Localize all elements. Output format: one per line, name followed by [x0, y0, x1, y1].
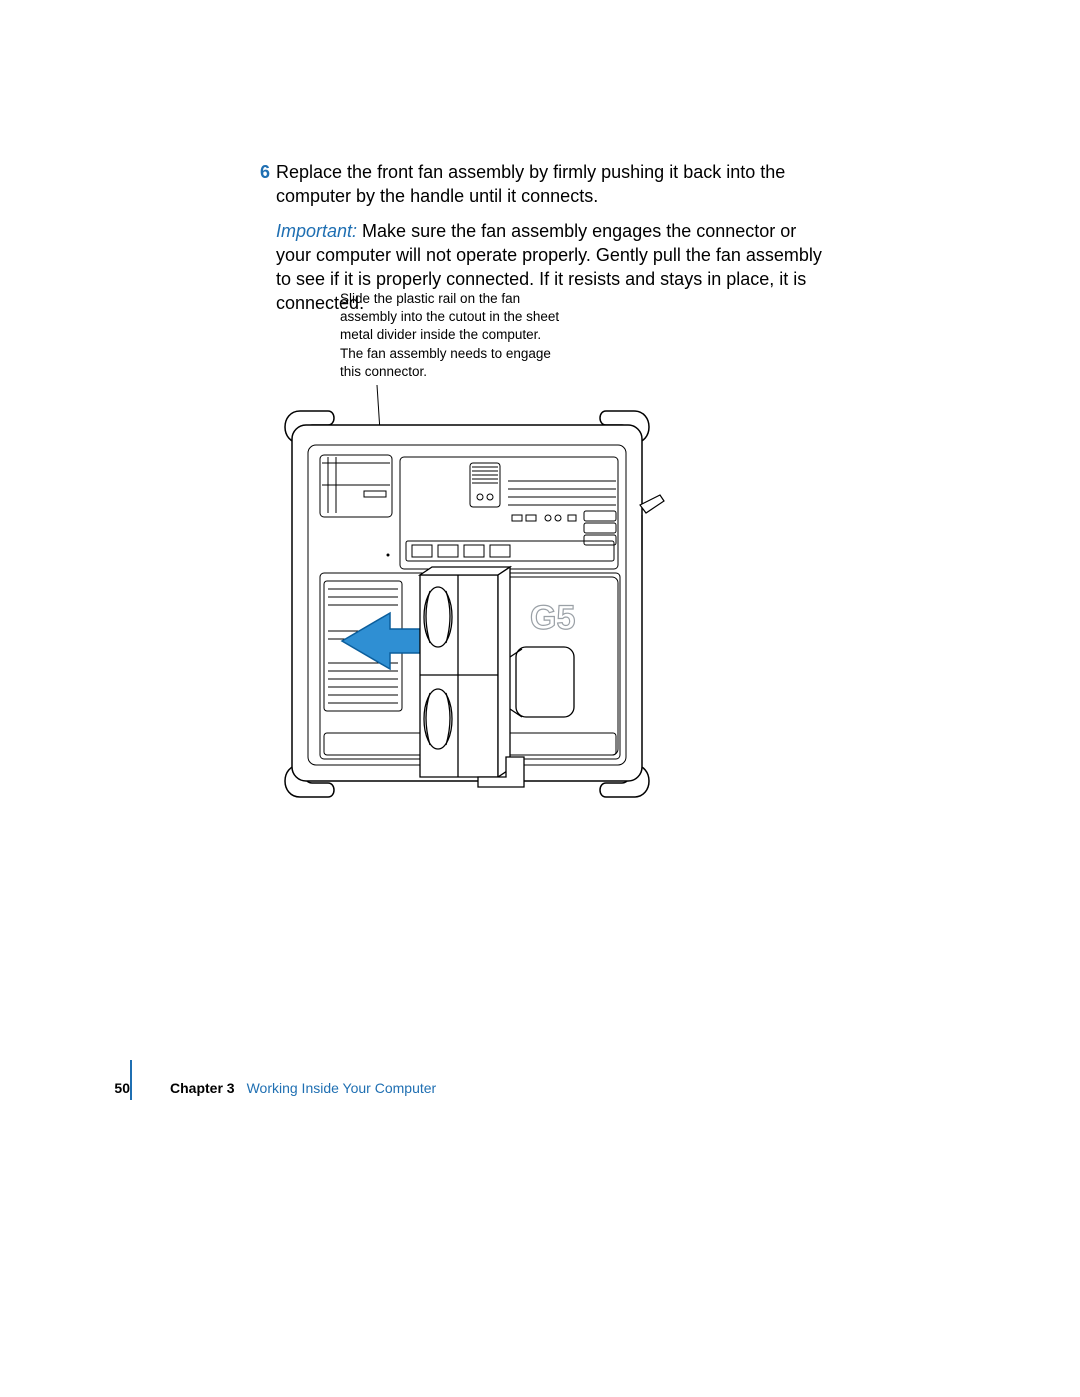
chapter-label: Chapter 3: [170, 1080, 235, 1096]
g5-label: G5: [530, 599, 575, 637]
instruction-step: 6 Replace the front fan assembly by firm…: [248, 160, 828, 209]
computer-diagram: G5: [272, 385, 672, 815]
figure-callout: Slide the plastic rail on the fan assemb…: [340, 290, 560, 381]
page-footer: 50 Chapter 3 Working Inside Your Compute…: [102, 1068, 862, 1108]
important-label: Important:: [276, 221, 357, 241]
chapter-title: Working Inside Your Computer: [247, 1080, 437, 1096]
document-page: 6 Replace the front fan assembly by firm…: [0, 0, 1080, 1397]
step-number: 6: [248, 160, 270, 184]
step-text: Replace the front fan assembly by firmly…: [276, 160, 828, 209]
figure-block: Slide the plastic rail on the fan assemb…: [272, 290, 672, 815]
page-number: 50: [102, 1080, 130, 1096]
